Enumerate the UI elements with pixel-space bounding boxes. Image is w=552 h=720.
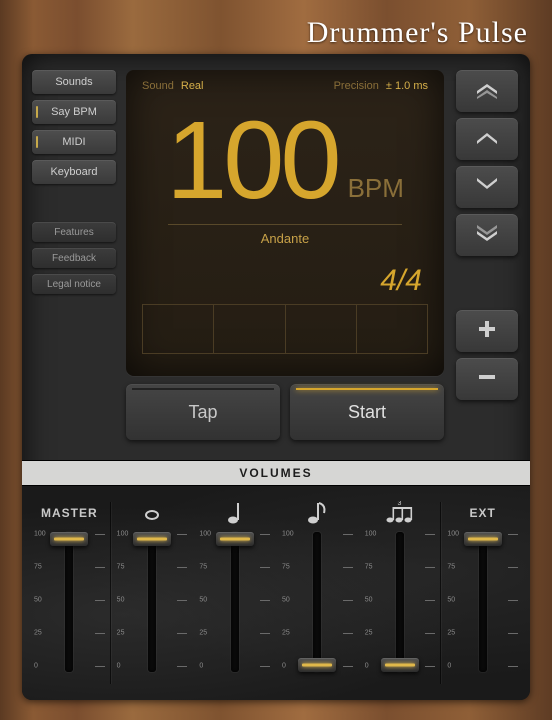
bpm-display: Sound Real Precision ± 1.0 ms 100 BPM An…	[126, 70, 444, 376]
fader-track[interactable]	[479, 532, 487, 672]
sound-readout: Sound Real	[142, 80, 204, 92]
tap-button[interactable]: Tap	[126, 384, 280, 440]
bpm-unit: BPM	[348, 173, 404, 204]
bpm-step-column	[456, 70, 518, 400]
bpm-big-up-button[interactable]	[456, 70, 518, 112]
chevron-up-icon	[473, 129, 501, 150]
fader-label: MASTER	[41, 496, 98, 530]
sidebar-say-bpm-button[interactable]: Say BPM	[32, 100, 116, 124]
precision-value: ± 1.0 ms	[386, 80, 428, 92]
bpm-value: 100	[166, 106, 338, 216]
fader-master: MASTER0255075100	[28, 496, 111, 690]
double-chevron-down-icon	[473, 223, 501, 248]
fader-eighth: 0255075100	[276, 496, 359, 690]
sidebar-keyboard-button[interactable]: Keyboard	[32, 160, 116, 184]
fader-quarter: 0255075100	[193, 496, 276, 690]
beats-plus-button[interactable]	[456, 310, 518, 352]
precision-readout: Precision ± 1.0 ms	[334, 80, 428, 92]
sound-value: Real	[181, 80, 204, 92]
main-panel: Sounds Say BPM MIDI Keyboard Features Feedbac…	[22, 54, 530, 700]
time-signature[interactable]: 4/4	[142, 264, 428, 298]
app-title: Drummer's Pulse	[307, 16, 528, 50]
chevron-down-icon	[473, 177, 501, 198]
sidebar-label: Say BPM	[51, 106, 97, 118]
beats-minus-button[interactable]	[456, 358, 518, 400]
beat-cell[interactable]	[286, 305, 357, 353]
beat-cell[interactable]	[214, 305, 285, 353]
sound-label: Sound	[142, 80, 174, 92]
sidebar-legal-notice-button[interactable]: Legal notice	[32, 274, 116, 294]
faders-panel: MASTER0255075100025507510002550751000255…	[22, 486, 530, 700]
sidebar-features-button[interactable]: Features	[32, 222, 116, 242]
bpm-down-button[interactable]	[456, 166, 518, 208]
bpm-up-button[interactable]	[456, 118, 518, 160]
fader-track[interactable]	[231, 532, 239, 672]
fader-knob[interactable]	[216, 532, 254, 546]
beat-cell[interactable]	[143, 305, 214, 353]
tempo-name: Andante	[168, 224, 403, 246]
plus-icon	[476, 318, 498, 345]
sidebar-sounds-button[interactable]: Sounds	[32, 70, 116, 94]
eighth-note-icon	[306, 496, 328, 530]
sidebar: Sounds Say BPM MIDI Keyboard Features Feedbac…	[32, 70, 116, 294]
minus-icon	[476, 366, 498, 393]
fader-knob[interactable]	[133, 532, 171, 546]
sidebar-label: MIDI	[62, 136, 85, 148]
fader-knob[interactable]	[50, 532, 88, 546]
whole-note-icon	[142, 496, 162, 530]
beat-grid	[142, 304, 428, 354]
fader-triplet: 30255075100	[359, 496, 442, 690]
fader-knob[interactable]	[464, 532, 502, 546]
fader-knob[interactable]	[381, 658, 419, 672]
triplet-note-icon: 3	[385, 496, 415, 530]
sidebar-feedback-button[interactable]: Feedback	[32, 248, 116, 268]
quarter-note-icon	[225, 496, 245, 530]
fader-track[interactable]	[313, 532, 321, 672]
volumes-header: VOLUMES	[22, 460, 530, 486]
fader-ext: EXT0255075100	[441, 496, 524, 690]
beat-cell[interactable]	[357, 305, 427, 353]
sidebar-midi-button[interactable]: MIDI	[32, 130, 116, 154]
start-label: Start	[348, 402, 386, 423]
fader-track[interactable]	[148, 532, 156, 672]
svg-text:3: 3	[398, 501, 403, 507]
tap-label: Tap	[188, 402, 217, 423]
fader-track[interactable]	[396, 532, 404, 672]
start-button[interactable]: Start	[290, 384, 444, 440]
sidebar-label: Sounds	[55, 76, 92, 88]
sidebar-label: Keyboard	[50, 166, 97, 178]
double-chevron-up-icon	[473, 79, 501, 104]
fader-track[interactable]	[65, 532, 73, 672]
app-frame: Drummer's Pulse Sounds Say BPM MIDI Keyboar…	[0, 0, 552, 720]
precision-label: Precision	[334, 80, 379, 92]
action-row: Tap Start	[126, 384, 444, 440]
fader-whole: 0255075100	[111, 496, 194, 690]
fader-label: EXT	[470, 496, 496, 530]
fader-knob[interactable]	[298, 658, 336, 672]
bpm-big-down-button[interactable]	[456, 214, 518, 256]
